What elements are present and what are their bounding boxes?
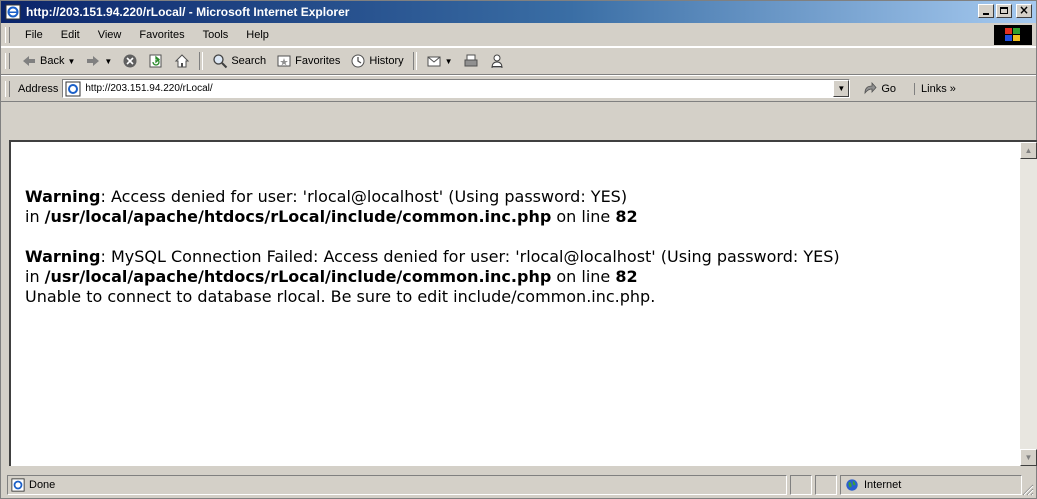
status-cell	[790, 474, 812, 495]
favorites-button[interactable]: Favorites	[276, 53, 340, 69]
scroll-up-icon: ▲	[1024, 146, 1033, 155]
forward-arrow-icon	[87, 56, 100, 66]
menu-edit[interactable]: Edit	[61, 29, 80, 41]
warning-1-line: 82	[615, 207, 638, 226]
toolbar-grip[interactable]	[5, 53, 10, 69]
menu-bar: File Edit View Favorites Tools Help	[1, 24, 1036, 47]
warning-1-path: /usr/local/apache/htdocs/rLocal/include/…	[44, 207, 552, 226]
history-icon	[351, 54, 365, 68]
favorites-icon	[277, 55, 291, 67]
refresh-icon	[149, 54, 162, 68]
go-label: Go	[881, 82, 897, 95]
menu-help[interactable]: Help	[246, 29, 269, 41]
toolbar-separator	[199, 52, 204, 70]
minimize-button[interactable]	[978, 4, 994, 18]
ie-page-icon	[5, 4, 21, 20]
menu-favorites[interactable]: Favorites	[139, 29, 184, 41]
windows-logo	[994, 25, 1032, 45]
mail-dropdown-icon[interactable]: ▼	[445, 57, 453, 66]
home-button[interactable]	[174, 53, 190, 69]
windows-flag-icon	[1005, 28, 1020, 41]
standard-toolbar: Back ▼ ▼ Search Favorites History ▼	[1, 47, 1036, 75]
warning-1-text: : Access denied for user: 'rlocal@localh…	[100, 187, 628, 206]
vertical-scrollbar[interactable]: ▲ ▼	[1020, 142, 1037, 466]
address-dropdown-button[interactable]: ▼	[833, 80, 850, 97]
links-button[interactable]: Links »	[914, 82, 956, 95]
warning-2-title: Warning	[25, 247, 101, 266]
minimize-icon	[983, 13, 989, 15]
warning-2-online: on line	[551, 267, 616, 286]
search-label: Search	[231, 55, 267, 67]
back-arrow-icon	[23, 56, 35, 66]
menu-tools[interactable]: Tools	[203, 29, 229, 41]
forward-dropdown-icon[interactable]: ▼	[104, 57, 112, 66]
address-label: Address	[18, 82, 59, 95]
back-dropdown-icon[interactable]: ▼	[67, 57, 75, 66]
status-bar: Done Internet	[1, 471, 1036, 498]
print-icon	[464, 54, 478, 67]
toolbar-separator	[412, 52, 417, 70]
error-message: Unable to connect to database rlocal. Be…	[25, 287, 656, 306]
warning-1-online: on line	[551, 207, 616, 226]
maximize-icon	[1000, 7, 1008, 14]
favorites-label: Favorites	[295, 55, 341, 67]
mail-button[interactable]: ▼	[426, 53, 453, 69]
scroll-up-button[interactable]: ▲	[1020, 142, 1037, 159]
ie-page-icon	[11, 477, 25, 492]
ie-page-icon	[65, 81, 81, 96]
warning-2-line: 82	[615, 267, 638, 286]
history-button[interactable]: History	[350, 53, 404, 69]
home-icon	[175, 54, 190, 68]
menu-file[interactable]: File	[25, 29, 43, 41]
search-button[interactable]: Search	[212, 53, 266, 69]
messenger-button[interactable]	[489, 53, 505, 69]
chevron-down-icon: ▼	[837, 84, 846, 93]
mail-icon	[427, 56, 441, 67]
address-input[interactable]: http://203.151.94.220/rLocal/ ▼	[62, 79, 851, 98]
title-bar[interactable]: http://203.151.94.220/rLocal/ - Microsof…	[1, 1, 1036, 23]
address-grip[interactable]	[5, 80, 10, 97]
search-icon	[213, 54, 228, 69]
address-bar: Address http://203.151.94.220/rLocal/ ▼ …	[1, 75, 1036, 102]
close-button[interactable]: ×	[1016, 3, 1032, 18]
go-arrow-icon	[864, 81, 877, 94]
go-button[interactable]: Go	[862, 81, 896, 97]
stop-button[interactable]	[122, 53, 138, 69]
browser-window: http://203.151.94.220/rLocal/ - Microsof…	[0, 0, 1037, 499]
page-content: Warning: Access denied for user: 'rlocal…	[9, 140, 1037, 466]
warning-1: Warning: Access denied for user: 'rlocal…	[25, 187, 1013, 227]
refresh-button[interactable]	[148, 53, 164, 69]
address-url[interactable]: http://203.151.94.220/rLocal/	[85, 83, 212, 94]
history-label: History	[369, 55, 404, 67]
warning-2-text: : MySQL Connection Failed: Access denied…	[100, 247, 840, 266]
scroll-down-icon: ▼	[1024, 453, 1033, 462]
menu-view[interactable]: View	[98, 29, 122, 41]
close-icon: ×	[1018, 3, 1030, 17]
warning-2: Warning: MySQL Connection Failed: Access…	[25, 247, 1013, 307]
scroll-down-button[interactable]: ▼	[1020, 449, 1037, 466]
back-button[interactable]: Back ▼	[21, 53, 75, 69]
print-button[interactable]	[463, 53, 479, 69]
zone-label: Internet	[864, 478, 902, 491]
page-body: Warning: Access denied for user: 'rlocal…	[25, 187, 1013, 307]
warning-1-title: Warning	[25, 187, 101, 206]
maximize-button[interactable]	[996, 4, 1012, 18]
window-controls: ×	[978, 3, 1032, 18]
status-text: Done	[29, 478, 56, 491]
stop-icon	[123, 54, 137, 68]
security-zone: Internet	[840, 474, 1022, 495]
status-panel: Done	[7, 474, 787, 495]
status-cell	[815, 474, 837, 495]
messenger-icon	[491, 54, 503, 69]
globe-icon	[846, 478, 858, 491]
resize-grip-icon[interactable]	[1022, 484, 1034, 496]
menu-grip[interactable]	[5, 27, 10, 43]
forward-button[interactable]: ▼	[85, 53, 112, 69]
back-label: Back	[40, 55, 65, 67]
warning-2-path: /usr/local/apache/htdocs/rLocal/include/…	[44, 267, 552, 286]
window-title: http://203.151.94.220/rLocal/ - Microsof…	[26, 5, 350, 19]
warning-1-in: in	[25, 207, 45, 226]
warning-2-in: in	[25, 267, 45, 286]
